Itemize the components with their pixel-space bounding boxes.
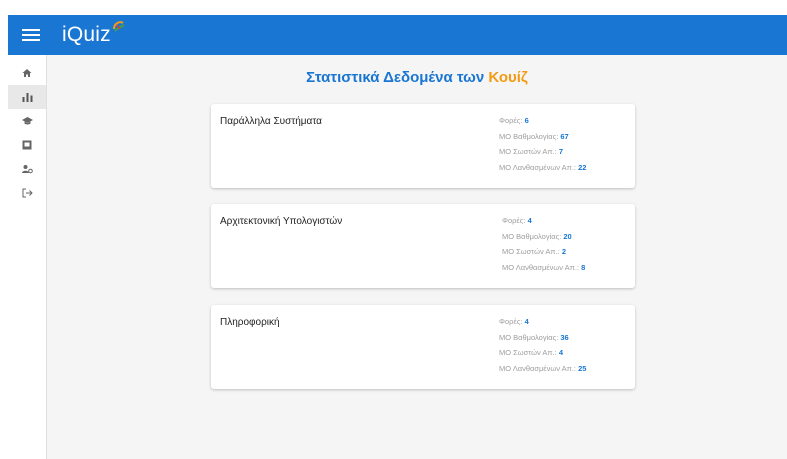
quiz-stats-card[interactable]: Πληροφορική Φορές: 4 ΜΟ Βαθμολογίας: 36 … [211,305,635,389]
sidebar-item-statistics[interactable] [8,85,46,109]
quiz-stats: Φορές: 4 ΜΟ Βαθμολογίας: 36 ΜΟ Σωστών Απ… [499,314,586,376]
bar-chart-icon [22,93,32,102]
sidebar [8,55,47,459]
stat-avg-correct: ΜΟ Σωστών Απ.: 7 [499,144,586,160]
sidebar-item-quizzes[interactable] [8,133,46,157]
page-title-main: Στατιστικά Δεδομένα των [306,69,485,86]
page-title-accent: Κουίζ [488,69,528,86]
stat-avg-score: ΜΟ Βαθμολογίας: 36 [499,330,586,346]
stat-avg-correct: ΜΟ Σωστών Απ.: 4 [499,345,586,361]
stat-label: Φορές: [499,317,523,326]
stat-value: 2 [561,247,567,256]
stat-value: 20 [563,231,572,241]
stat-label: ΜΟ Λανθασμένων Απ.: [499,162,577,172]
sidebar-item-courses[interactable] [8,109,46,133]
sidebar-item-home[interactable] [8,61,46,85]
quiz-stats-card[interactable]: Παράλληλα Συστήματα Φορές: 6 ΜΟ Βαθμολογ… [211,104,635,188]
quiz-name: Πληροφορική [220,317,280,328]
quiz-stats: Φορές: 6 ΜΟ Βαθμολογίας: 67 ΜΟ Σωστών Απ… [499,113,586,175]
stat-label: Φορές: [499,116,523,125]
stat-attempts: Φορές: 4 [502,213,585,229]
stat-label: Φορές: [502,216,526,225]
page-title: Στατιστικά Δεδομένα των Κουίζ [47,69,787,86]
quiz-name: Παράλληλα Συστήματα [220,116,322,127]
stat-value: 67 [560,131,569,141]
stat-attempts: Φορές: 4 [499,314,586,330]
stat-value: 36 [560,332,569,342]
logout-icon [22,188,33,198]
app-name: iQuiz [62,23,111,46]
stat-value: 4 [524,317,529,326]
stat-value: 6 [524,116,529,125]
stat-label: ΜΟ Βαθμολογίας: [502,231,562,241]
sidebar-item-logout[interactable] [8,181,46,205]
quiz-stats: Φορές: 4 ΜΟ Βαθμολογίας: 20 ΜΟ Σωστών Απ… [502,213,585,275]
stat-attempts: Φορές: 6 [499,113,586,129]
stat-avg-correct: ΜΟ Σωστών Απ.: 2 [502,244,585,260]
stat-value: 22 [578,162,587,172]
hamburger-icon [22,29,40,41]
quiz-stats-card[interactable]: Αρχιτεκτονική Υπολογιστών Φορές: 4 ΜΟ Βα… [211,204,635,288]
stat-value: 4 [558,348,564,357]
logo-mark-icon [112,21,125,32]
stat-label: ΜΟ Σωστών Απ.: [499,348,557,357]
stat-label: ΜΟ Λανθασμένων Απ.: [499,363,577,373]
stat-avg-wrong: ΜΟ Λανθασμένων Απ.: 22 [499,160,586,176]
quiz-book-icon [22,140,32,150]
app-bar: iQuiz [8,15,787,55]
stat-label: ΜΟ Σωστών Απ.: [499,147,557,156]
quiz-name: Αρχιτεκτονική Υπολογιστών [220,216,343,227]
stat-value: 4 [527,216,532,225]
stat-avg-score: ΜΟ Βαθμολογίας: 67 [499,129,586,145]
sidebar-item-users[interactable] [8,157,46,181]
menu-button[interactable] [8,15,54,55]
stat-value: 25 [578,363,587,373]
home-icon [22,69,32,77]
stat-avg-wrong: ΜΟ Λανθασμένων Απ.: 8 [502,260,585,276]
stat-avg-wrong: ΜΟ Λανθασμένων Απ.: 25 [499,361,586,377]
users-settings-icon [21,165,33,174]
stat-label: ΜΟ Βαθμολογίας: [499,332,559,342]
app-logo[interactable]: iQuiz [62,21,125,47]
main-content: Στατιστικά Δεδομένα των Κουίζ Παράλληλα … [47,55,787,459]
stat-label: ΜΟ Λανθασμένων Απ.: [502,262,580,272]
stat-label: ΜΟ Σωστών Απ.: [502,247,560,256]
stat-label: ΜΟ Βαθμολογίας: [499,131,559,141]
stat-value: 7 [558,147,564,156]
stat-value: 8 [581,262,586,272]
graduation-cap-icon [21,117,33,125]
stat-avg-score: ΜΟ Βαθμολογίας: 20 [502,229,585,245]
